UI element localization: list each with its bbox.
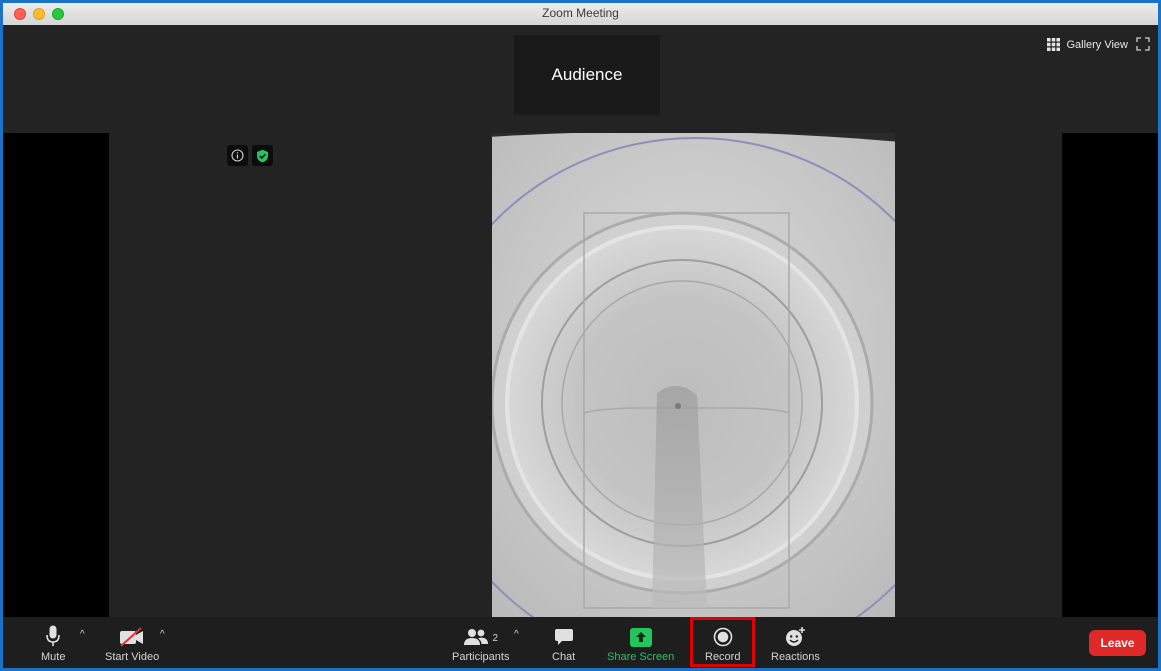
encryption-status-button[interactable] <box>252 145 273 166</box>
meeting-info-button[interactable] <box>227 145 248 166</box>
grid-icon <box>1047 38 1061 51</box>
reactions-label: Reactions <box>771 651 820 663</box>
video-options-caret[interactable]: ^ <box>160 629 165 640</box>
start-video-button[interactable]: Start Video <box>105 617 159 668</box>
reactions-button[interactable]: Reactions <box>771 617 820 668</box>
video-stage <box>3 133 1158 620</box>
chat-label: Chat <box>552 651 576 663</box>
share-screen-icon <box>629 628 652 647</box>
mute-label: Mute <box>41 651 66 663</box>
app-window: Zoom Meeting Audience Gallery View Mute … <box>0 0 1161 671</box>
mute-button[interactable]: Mute <box>41 617 65 668</box>
reactions-icon <box>786 627 806 646</box>
info-icon <box>231 149 244 162</box>
chat-button[interactable]: Chat <box>552 617 575 668</box>
share-screen-button[interactable]: Share Screen <box>607 617 674 668</box>
participant-video-feed <box>492 133 895 620</box>
speaker-strip: Audience Gallery View <box>3 25 1158 133</box>
microphone-icon <box>46 625 61 646</box>
audio-options-caret[interactable]: ^ <box>80 629 85 640</box>
video-off-icon <box>120 627 144 647</box>
gallery-view-label: Gallery View <box>1066 38 1128 51</box>
shield-check-icon <box>257 149 268 162</box>
participants-button[interactable]: 2 Participants <box>452 617 509 668</box>
record-highlight-box <box>690 617 755 667</box>
meeting-badges <box>227 145 273 166</box>
title-bar: Zoom Meeting <box>3 3 1158 26</box>
video-frame-image <box>492 133 895 620</box>
participants-label: Participants <box>452 651 510 663</box>
participants-options-caret[interactable]: ^ <box>514 629 519 640</box>
fullscreen-icon[interactable] <box>1136 37 1150 51</box>
leave-button[interactable]: Leave <box>1089 630 1146 656</box>
gallery-view-button[interactable]: Gallery View <box>1047 38 1128 51</box>
chat-icon <box>554 629 573 645</box>
start-video-label: Start Video <box>105 651 160 663</box>
share-screen-label: Share Screen <box>607 651 675 663</box>
participants-icon <box>464 629 489 645</box>
audience-tile-label: Audience <box>551 65 623 84</box>
meeting-toolbar: Mute ^ Start Video ^ 2 Participants ^ Ch… <box>3 617 1158 668</box>
audience-tile[interactable]: Audience <box>514 35 660 115</box>
active-video-area <box>109 133 1062 620</box>
window-title: Zoom Meeting <box>542 6 619 20</box>
participants-count: 2 <box>492 633 499 644</box>
